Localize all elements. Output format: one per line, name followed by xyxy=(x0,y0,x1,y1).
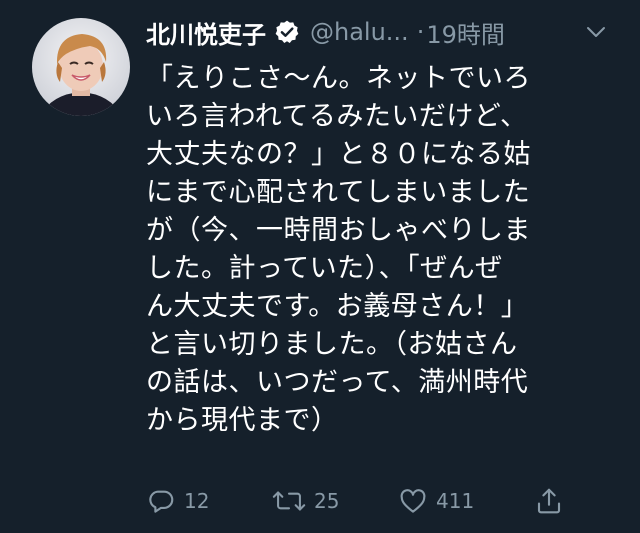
like-count: 411 xyxy=(436,489,475,513)
chevron-down-icon[interactable] xyxy=(584,20,608,44)
tweet-text-line: 「えりこさ〜ん。ネットでいろ xyxy=(146,63,531,94)
tweet-text-line: ん大丈夫です。お義母さん！」 xyxy=(146,291,529,322)
tweet-text-line: した。計っていた）、「ぜんぜ xyxy=(146,253,503,284)
display-name[interactable]: 北川悦吏子 xyxy=(146,15,266,50)
tweet-text-line: いろ言われてるみたいだけど、 xyxy=(146,101,528,132)
tweet-text-line: と言い切りました。（お姑さん xyxy=(146,329,518,360)
tweet-text-line: 大丈夫なの？」と８０になる姑 xyxy=(146,139,531,170)
retweet-count: 25 xyxy=(314,489,340,513)
reply-count: 12 xyxy=(184,489,210,513)
tweet-text-line: にまで心配されてしまいました xyxy=(146,177,531,208)
separator-dot: · xyxy=(416,18,425,46)
like-button[interactable]: 411 xyxy=(398,482,474,520)
tweet-header: 北川悦吏子 @halu... · 19時間 xyxy=(146,14,505,50)
tweet-text-line: から現代まで） xyxy=(146,405,339,436)
tweet-actions: 12 25 411 xyxy=(146,482,586,520)
tweet-text-line: が（今、一時間おしゃべりしま xyxy=(146,215,531,246)
reply-icon xyxy=(149,490,174,513)
retweet-button[interactable]: 25 xyxy=(272,482,339,520)
verified-badge-icon xyxy=(274,19,300,45)
share-button[interactable] xyxy=(534,482,572,520)
tweet-timestamp[interactable]: 19時間 xyxy=(426,15,505,50)
retweet-icon xyxy=(272,491,306,511)
user-handle[interactable]: @halu... xyxy=(310,18,409,46)
tweet-text-line: の話は、いつだって、満州時代 xyxy=(146,367,529,398)
heart-icon xyxy=(400,489,426,513)
tweet[interactable]: 北川悦吏子 @halu... · 19時間 「えりこさ〜ん。ネットでいろ いろ言… xyxy=(0,0,640,533)
avatar[interactable] xyxy=(32,18,130,116)
reply-button[interactable]: 12 xyxy=(146,482,209,520)
tweet-text: 「えりこさ〜ん。ネットでいろ いろ言われてるみたいだけど、 大丈夫なの？」と８０… xyxy=(146,60,626,440)
share-icon xyxy=(537,488,561,514)
